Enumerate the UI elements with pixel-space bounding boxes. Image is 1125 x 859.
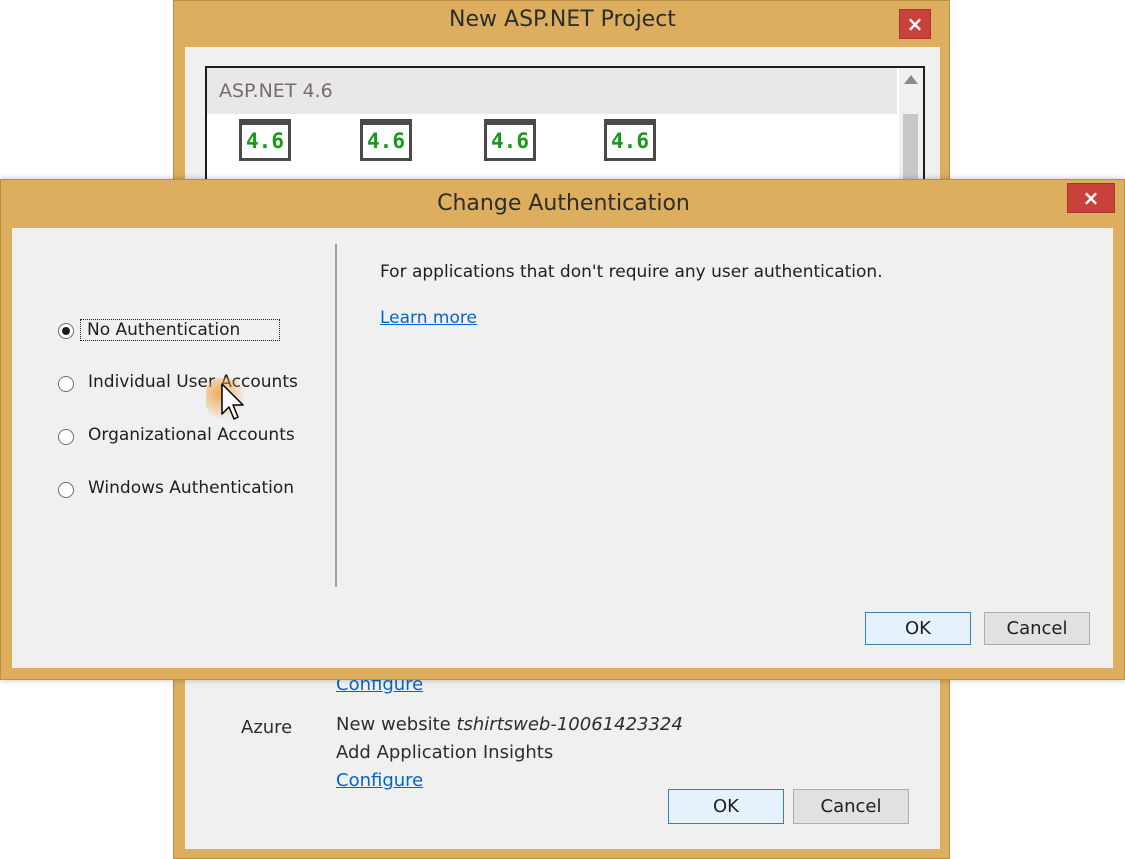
template-icon-mvc[interactable]: 4.6: [360, 119, 412, 161]
template-version-badge: 4.6: [487, 125, 533, 158]
ok-button[interactable]: OK: [668, 789, 784, 824]
vertical-divider: [335, 244, 337, 587]
radio-button[interactable]: [58, 376, 74, 392]
azure-website-text: New website tshirtsweb-10061423324: [336, 714, 683, 735]
learn-more-link[interactable]: Learn more: [380, 308, 477, 328]
template-group-header: ASP.NET 4.6: [207, 68, 897, 114]
radio-label[interactable]: Windows Authentication: [86, 478, 296, 498]
radio-label[interactable]: Organizational Accounts: [86, 425, 297, 445]
template-list[interactable]: ASP.NET 4.6 4.6 4.6 4.6 4.6: [205, 66, 925, 204]
azure-website-prefix: New website: [336, 714, 451, 735]
cancel-button[interactable]: Cancel: [984, 612, 1090, 645]
change-authentication-dialog: Change Authentication × No Authenticatio…: [0, 179, 1125, 680]
radio-label[interactable]: No Authentication: [80, 319, 280, 341]
configure-azure-link[interactable]: Configure: [336, 770, 423, 791]
template-group-title: ASP.NET 4.6: [219, 80, 333, 102]
azure-website-name: tshirtsweb-10061423324: [456, 714, 683, 735]
template-version-badge: 4.6: [242, 125, 288, 158]
radio-button[interactable]: [58, 323, 74, 339]
template-version-badge: 4.6: [607, 125, 653, 158]
auth-description: For applications that don't require any …: [380, 262, 883, 282]
window-title: New ASP.NET Project: [449, 7, 676, 32]
azure-label: Azure: [241, 717, 293, 738]
template-scrollbar[interactable]: [899, 68, 923, 204]
cancel-button[interactable]: Cancel: [793, 789, 909, 824]
scroll-up-arrow-icon[interactable]: [904, 75, 918, 84]
template-icon-web-api[interactable]: 4.6: [484, 119, 536, 161]
close-button[interactable]: ×: [899, 9, 931, 39]
ok-button[interactable]: OK: [865, 612, 971, 645]
template-icon-web-forms[interactable]: 4.6: [239, 119, 291, 161]
radio-button[interactable]: [58, 429, 74, 445]
close-button[interactable]: ×: [1067, 183, 1115, 213]
template-icon-spa[interactable]: 4.6: [604, 119, 656, 161]
radio-button[interactable]: [58, 482, 74, 498]
mouse-pointer-icon: [206, 378, 248, 420]
dialog-client-area: No Authentication Individual User Accoun…: [12, 228, 1113, 668]
dialog-title: Change Authentication: [437, 191, 690, 216]
radio-label[interactable]: Individual User Accounts: [86, 372, 300, 392]
template-version-badge: 4.6: [363, 125, 409, 158]
azure-insights-text: Add Application Insights: [336, 742, 554, 763]
